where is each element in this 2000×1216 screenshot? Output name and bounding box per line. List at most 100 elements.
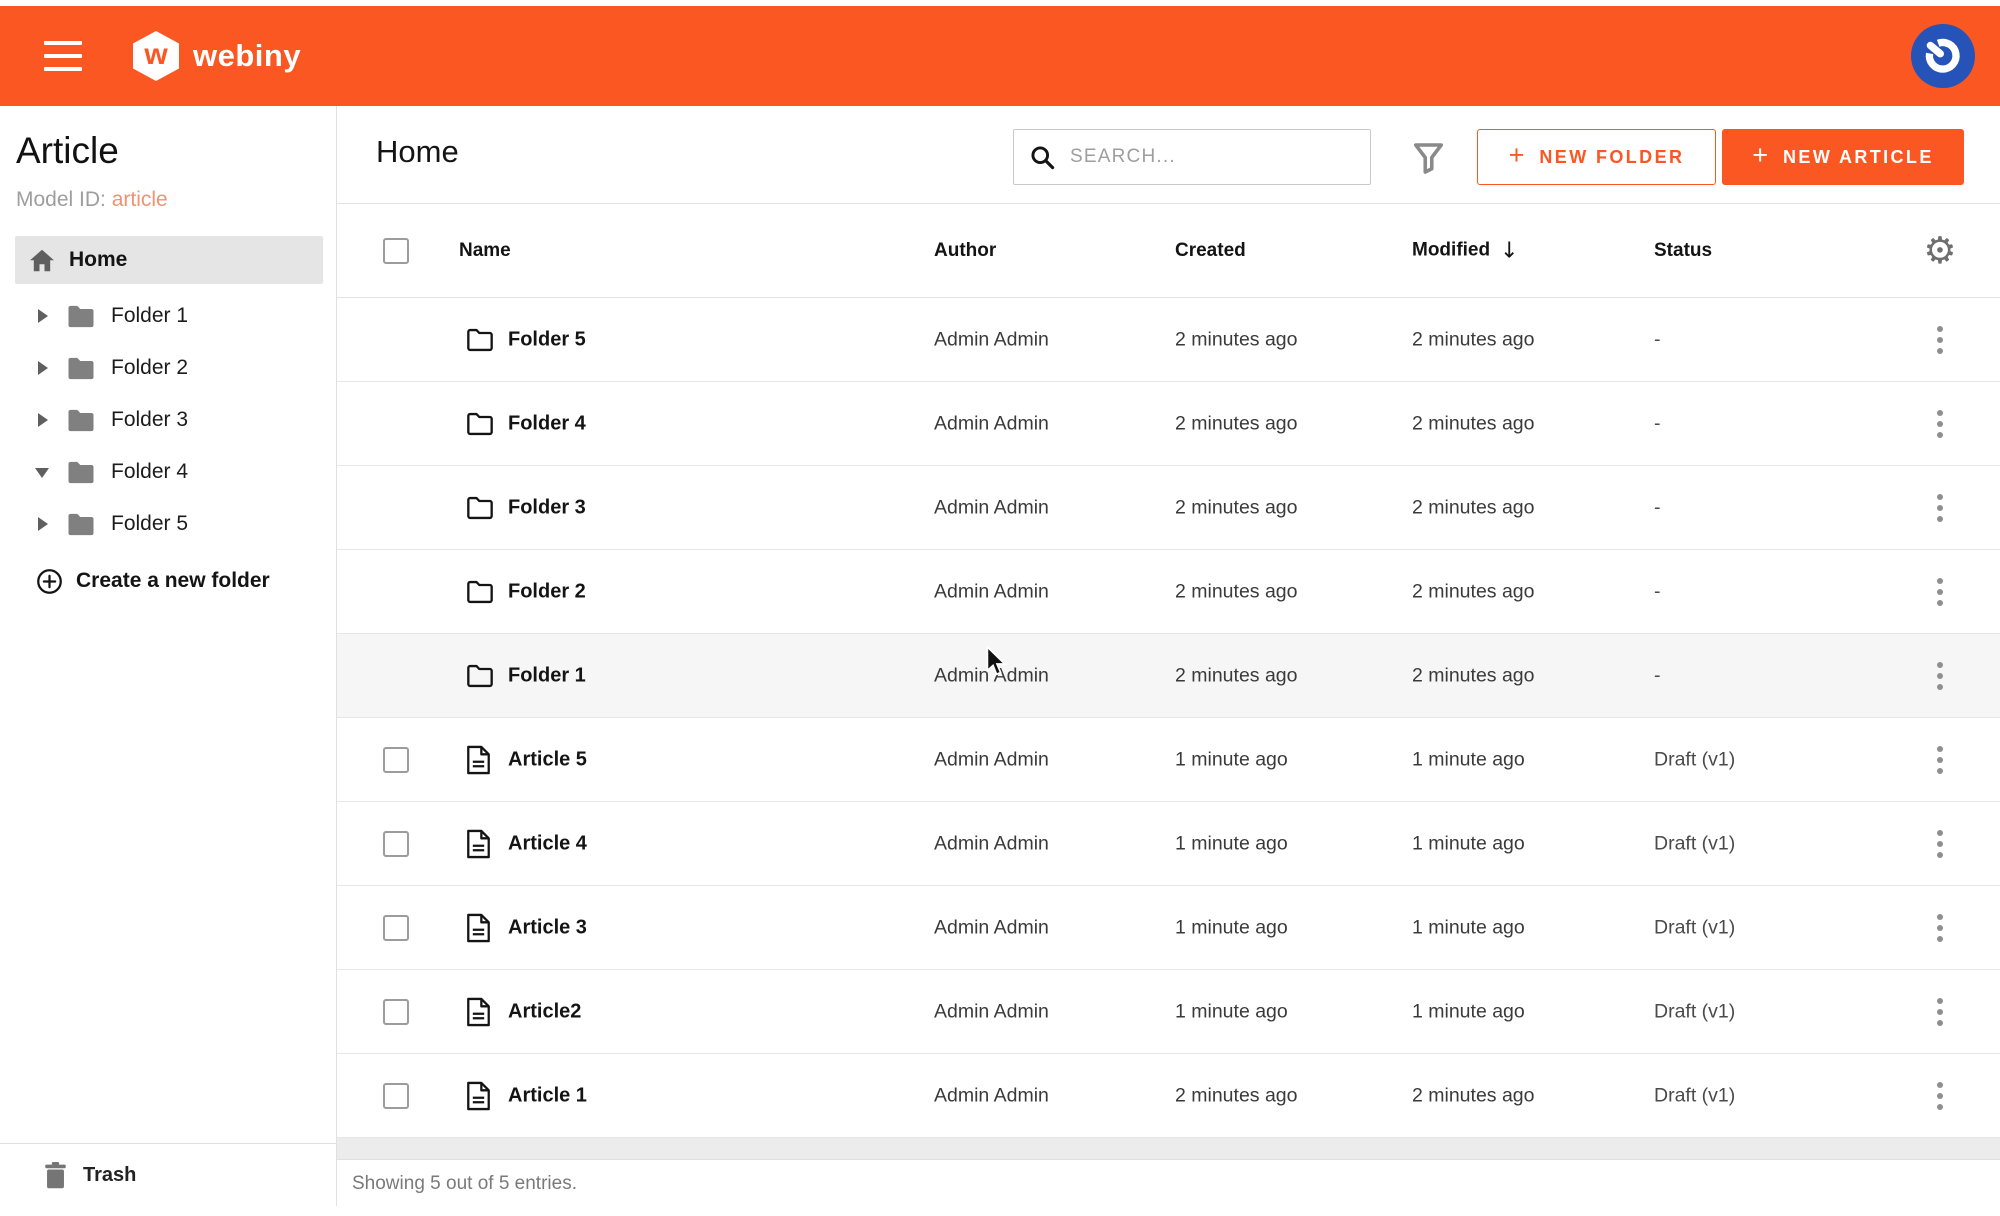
- row-menu-kebab-icon[interactable]: [1925, 404, 1955, 444]
- sidebar-item-folder-5[interactable]: Folder 5: [0, 498, 336, 550]
- row-name: Folder 1: [508, 664, 586, 687]
- column-header-label: Modified: [1412, 240, 1490, 262]
- row-menu-kebab-icon[interactable]: [1925, 572, 1955, 612]
- row-author: Admin Admin: [934, 1084, 1049, 1107]
- sort-descending-icon[interactable]: ↓: [1500, 238, 1518, 263]
- sidebar-item-label: Home: [69, 248, 127, 272]
- sidebar-item-label: Folder 1: [111, 304, 188, 328]
- table-row-folder-4[interactable]: Folder 4 Admin Admin 2 minutes ago 2 min…: [337, 382, 2000, 466]
- create-new-folder-button[interactable]: Create a new folder: [0, 558, 336, 604]
- row-status: Draft (v1): [1654, 832, 1735, 855]
- row-checkbox[interactable]: [383, 915, 409, 941]
- plus-circle-icon: [36, 568, 63, 595]
- row-menu-kebab-icon[interactable]: [1925, 656, 1955, 696]
- home-icon: [28, 248, 56, 273]
- row-menu-kebab-icon[interactable]: [1925, 1076, 1955, 1116]
- sidebar-item-label: Folder 4: [111, 460, 188, 484]
- folder-icon: [66, 304, 96, 329]
- column-header-name[interactable]: Name: [459, 240, 511, 262]
- content-area: Home + NEW FOLDER + NEW ARTICLE Name: [337, 106, 2000, 1206]
- table-row-folder-2[interactable]: Folder 2 Admin Admin 2 minutes ago 2 min…: [337, 550, 2000, 634]
- sidebar-item-home[interactable]: Home: [15, 236, 323, 284]
- row-author: Admin Admin: [934, 1000, 1049, 1023]
- menu-icon[interactable]: [44, 41, 84, 71]
- table-body: Folder 5 Admin Admin 2 minutes ago 2 min…: [337, 298, 2000, 1138]
- search-input[interactable]: [1070, 146, 1362, 168]
- sidebar-item-folder-3[interactable]: Folder 3: [0, 394, 336, 446]
- row-menu-kebab-icon[interactable]: [1925, 488, 1955, 528]
- user-avatar[interactable]: [1911, 24, 1975, 88]
- column-header-status[interactable]: Status: [1654, 240, 1712, 262]
- row-modified: 2 minutes ago: [1412, 580, 1535, 603]
- brand-name: webiny: [193, 38, 301, 74]
- new-folder-label: NEW FOLDER: [1539, 147, 1684, 168]
- row-modified: 1 minute ago: [1412, 916, 1525, 939]
- folder-tree: Folder 1 Folder 2 Folder 3 Folder 4 Fold: [0, 290, 336, 550]
- row-menu-kebab-icon[interactable]: [1925, 824, 1955, 864]
- top-app-bar: w webiny: [0, 6, 2000, 106]
- row-status: -: [1654, 412, 1661, 435]
- new-article-button[interactable]: + NEW ARTICLE: [1722, 129, 1964, 185]
- row-author: Admin Admin: [934, 412, 1049, 435]
- row-modified: 2 minutes ago: [1412, 412, 1535, 435]
- row-created: 1 minute ago: [1175, 832, 1288, 855]
- folder-icon: [66, 512, 96, 537]
- row-name: Article 5: [508, 748, 587, 771]
- column-header-created[interactable]: Created: [1175, 240, 1246, 262]
- column-header-modified[interactable]: Modified ↓: [1412, 238, 1519, 263]
- row-created: 1 minute ago: [1175, 1000, 1288, 1023]
- row-name: Folder 4: [508, 412, 586, 435]
- row-checkbox[interactable]: [383, 1083, 409, 1109]
- trash-button[interactable]: Trash: [0, 1143, 336, 1206]
- chevron-right-icon[interactable]: [37, 413, 49, 427]
- row-created: 1 minute ago: [1175, 916, 1288, 939]
- row-status: -: [1654, 496, 1661, 519]
- row-status: Draft (v1): [1654, 1084, 1735, 1107]
- row-name: Article 1: [508, 1084, 587, 1107]
- row-author: Admin Admin: [934, 664, 1049, 687]
- entries-summary: Showing 5 out of 5 entries.: [352, 1173, 577, 1195]
- row-created: 2 minutes ago: [1175, 1084, 1298, 1107]
- filter-icon[interactable]: [1407, 137, 1449, 179]
- row-checkbox[interactable]: [383, 831, 409, 857]
- table-row-article-2[interactable]: Article2 Admin Admin 1 minute ago 1 minu…: [337, 970, 2000, 1054]
- select-all-checkbox[interactable]: [383, 238, 409, 264]
- horizontal-scrollbar[interactable]: [337, 1138, 2000, 1160]
- table-row-article-5[interactable]: Article 5 Admin Admin 1 minute ago 1 min…: [337, 718, 2000, 802]
- table-settings-gear-icon[interactable]: ⚙: [1917, 228, 1963, 274]
- sidebar-item-folder-4[interactable]: Folder 4: [0, 446, 336, 498]
- chevron-down-icon[interactable]: [37, 465, 49, 479]
- row-checkbox[interactable]: [383, 747, 409, 773]
- table-row-article-4[interactable]: Article 4 Admin Admin 1 minute ago 1 min…: [337, 802, 2000, 886]
- table-footer: Showing 5 out of 5 entries.: [337, 1161, 2000, 1206]
- table-row-article-1[interactable]: Article 1 Admin Admin 2 minutes ago 2 mi…: [337, 1054, 2000, 1138]
- table-row-folder-1[interactable]: Folder 1 Admin Admin 2 minutes ago 2 min…: [337, 634, 2000, 718]
- sidebar: Article Model ID: article Home Folder 1 …: [0, 106, 337, 1206]
- chevron-right-icon[interactable]: [37, 309, 49, 323]
- table-row-folder-5[interactable]: Folder 5 Admin Admin 2 minutes ago 2 min…: [337, 298, 2000, 382]
- chevron-right-icon[interactable]: [37, 517, 49, 531]
- row-modified: 2 minutes ago: [1412, 328, 1535, 351]
- column-header-author[interactable]: Author: [934, 240, 996, 262]
- row-menu-kebab-icon[interactable]: [1925, 908, 1955, 948]
- table-header: Name Author Created Modified ↓ Status ⚙: [337, 204, 2000, 298]
- row-name: Folder 3: [508, 496, 586, 519]
- row-checkbox[interactable]: [383, 999, 409, 1025]
- webiny-logo-icon[interactable]: w: [133, 31, 179, 81]
- row-name: Article2: [508, 1000, 581, 1023]
- new-folder-button[interactable]: + NEW FOLDER: [1477, 129, 1716, 185]
- row-menu-kebab-icon[interactable]: [1925, 740, 1955, 780]
- model-id: Model ID: article: [16, 188, 168, 212]
- table-row-folder-3[interactable]: Folder 3 Admin Admin 2 minutes ago 2 min…: [337, 466, 2000, 550]
- document-icon: [466, 1081, 491, 1111]
- row-status: -: [1654, 664, 1661, 687]
- row-menu-kebab-icon[interactable]: [1925, 992, 1955, 1032]
- table-row-article-3[interactable]: Article 3 Admin Admin 1 minute ago 1 min…: [337, 886, 2000, 970]
- chevron-right-icon[interactable]: [37, 361, 49, 375]
- row-modified: 1 minute ago: [1412, 1000, 1525, 1023]
- sidebar-item-folder-2[interactable]: Folder 2: [0, 342, 336, 394]
- row-menu-kebab-icon[interactable]: [1925, 320, 1955, 360]
- sidebar-item-folder-1[interactable]: Folder 1: [0, 290, 336, 342]
- row-modified: 2 minutes ago: [1412, 1084, 1535, 1107]
- row-status: -: [1654, 328, 1661, 351]
